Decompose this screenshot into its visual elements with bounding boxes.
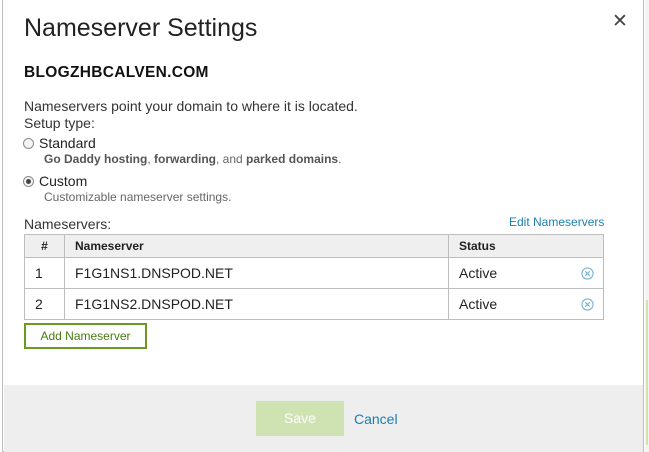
cancel-link[interactable]: Cancel xyxy=(354,411,398,427)
dialog-title: Nameserver Settings xyxy=(24,14,258,42)
standard-desc-hosting: Go Daddy hosting xyxy=(44,152,148,166)
nameserver-settings-dialog: Nameserver Settings ✕ BLOGZHBCALVEN.COM … xyxy=(2,0,644,452)
standard-desc-sep2: , and xyxy=(216,152,247,166)
table-row: 2 F1G1NS2.DNSPOD.NET Active xyxy=(24,288,604,320)
status-value: Active xyxy=(459,296,498,312)
standard-desc-sep1: , xyxy=(147,152,155,166)
domain-name: BLOGZHBCALVEN.COM xyxy=(24,64,209,81)
nameservers-label: Nameservers: xyxy=(24,216,112,232)
remove-circle-icon[interactable] xyxy=(581,297,594,311)
row-number: 1 xyxy=(24,257,65,289)
close-icon[interactable]: ✕ xyxy=(609,9,631,35)
custom-description: Customizable nameserver settings. xyxy=(44,190,232,204)
radio-option-custom[interactable]: Custom xyxy=(23,173,87,189)
row-number: 2 xyxy=(24,288,65,320)
table-row: 1 F1G1NS1.DNSPOD.NET Active xyxy=(24,257,604,289)
background-edge xyxy=(645,0,649,452)
column-header-status: Status xyxy=(448,234,604,258)
save-button[interactable]: Save xyxy=(256,401,344,436)
radio-standard[interactable] xyxy=(23,137,34,149)
edit-nameservers-link[interactable]: Edit Nameservers xyxy=(509,215,604,229)
add-nameserver-button[interactable]: Add Nameserver xyxy=(24,323,147,349)
standard-desc-parked: parked domains xyxy=(246,152,339,166)
standard-desc-end: . xyxy=(338,152,342,166)
standard-desc-forwarding: forwarding xyxy=(154,152,217,166)
radio-custom[interactable] xyxy=(23,175,34,187)
standard-description: Go Daddy hosting, forwarding, and parked… xyxy=(44,152,341,166)
column-header-nameserver: Nameserver xyxy=(64,234,449,258)
radio-option-standard[interactable]: Standard xyxy=(23,135,96,151)
nameserver-table: # Nameserver Status 1 F1G1NS1.DNSPOD.NET… xyxy=(24,234,604,320)
dialog-footer: Save Cancel xyxy=(4,385,643,452)
status-value: Active xyxy=(459,265,498,281)
background-accent xyxy=(646,300,648,445)
status-cell: Active xyxy=(448,257,604,289)
column-header-number: # xyxy=(24,234,65,258)
radio-standard-label: Standard xyxy=(39,135,96,151)
nameserver-value: F1G1NS1.DNSPOD.NET xyxy=(64,257,449,289)
table-header-row: # Nameserver Status xyxy=(24,234,604,258)
radio-custom-label: Custom xyxy=(39,173,88,189)
status-cell: Active xyxy=(448,288,604,320)
remove-circle-icon[interactable] xyxy=(581,266,594,280)
nameserver-value: F1G1NS2.DNSPOD.NET xyxy=(64,288,449,320)
nameserver-description: Nameservers point your domain to where i… xyxy=(24,98,358,114)
setup-type-label: Setup type: xyxy=(24,115,95,131)
